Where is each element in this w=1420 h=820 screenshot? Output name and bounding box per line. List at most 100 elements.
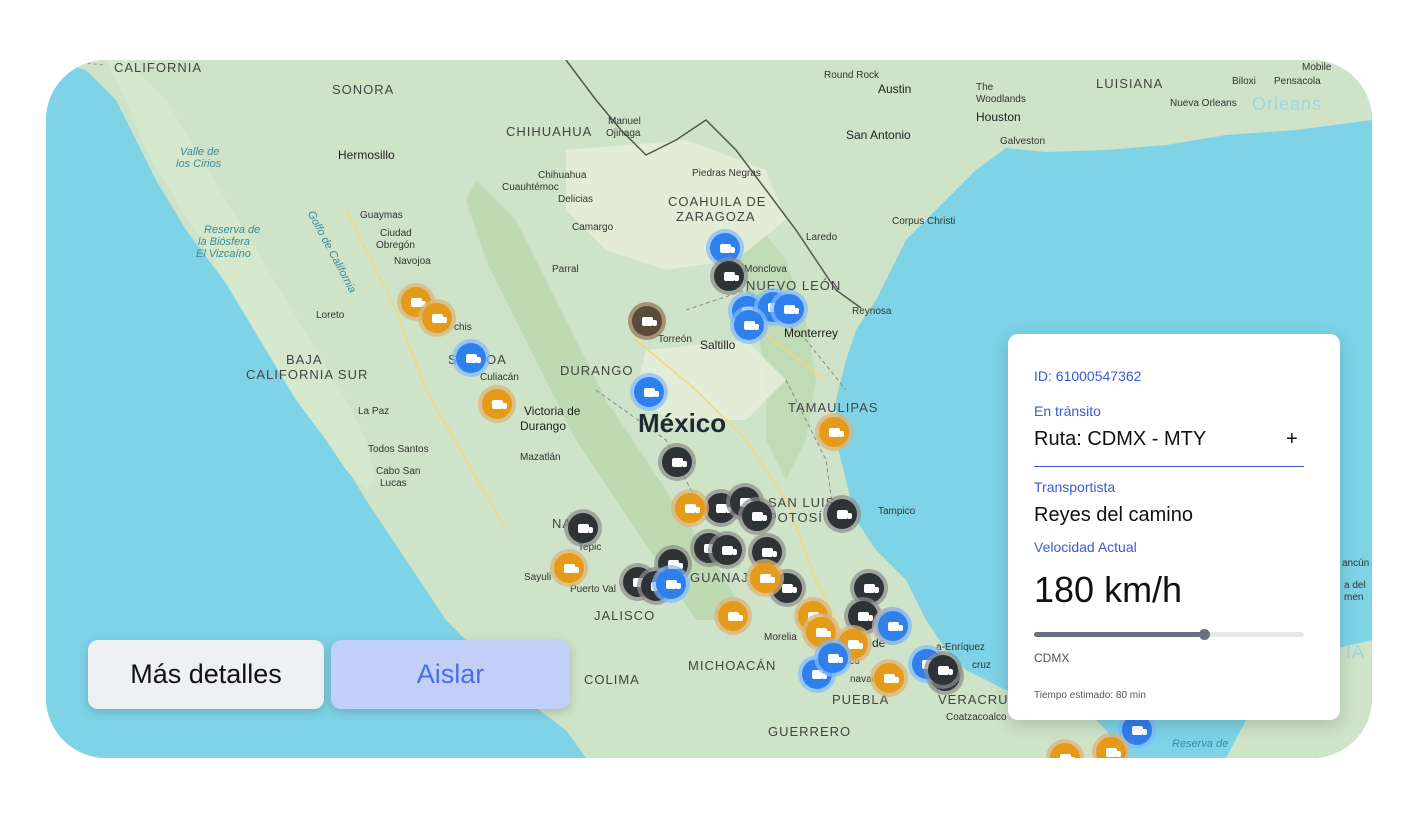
- truck-icon: [828, 427, 844, 437]
- truck-icon: [937, 665, 953, 675]
- truck-marker[interactable]: [878, 611, 908, 641]
- truck-marker[interactable]: [928, 655, 958, 685]
- label-austin: Austin: [878, 82, 912, 96]
- route-progress-fill: [1034, 632, 1205, 637]
- truck-icon: [751, 511, 767, 521]
- truck-icon: [883, 673, 899, 683]
- label-sinaloa-2: OA: [486, 352, 507, 367]
- label-nueva-orleans: Nueva Orleans: [1170, 98, 1237, 109]
- label-saltillo: Saltillo: [700, 338, 736, 352]
- label-cirios: los Cirios: [176, 158, 222, 170]
- label-mochis: chis: [454, 322, 472, 333]
- label-woodlands: Woodlands: [976, 94, 1026, 105]
- truck-icon: [857, 611, 873, 621]
- label-piedras: Piedras Negras: [692, 168, 761, 179]
- truck-marker[interactable]: [742, 501, 772, 531]
- label-cancun: ancún: [1342, 558, 1370, 569]
- label-obregon-2: Obregón: [376, 240, 415, 251]
- truck-marker[interactable]: [819, 417, 849, 447]
- truck-marker[interactable]: [710, 233, 740, 263]
- truck-marker[interactable]: [662, 447, 692, 477]
- truck-icon: [759, 573, 775, 583]
- truck-marker[interactable]: [827, 499, 857, 529]
- truck-marker[interactable]: [854, 573, 884, 603]
- label-mexico: México: [638, 408, 727, 438]
- label-vizcaino: El Vizcaíno: [196, 248, 251, 260]
- label-cruz: cruz: [972, 660, 991, 671]
- label-orleans: Orleans: [1252, 94, 1323, 114]
- truck-marker[interactable]: [634, 377, 664, 407]
- label-puerto-vallarta: Puerto Val: [570, 584, 616, 595]
- label-ia: IA: [1346, 642, 1366, 662]
- label-chihuahua-city: Chihuahua: [538, 170, 587, 181]
- label-pensacola: Pensacola: [1274, 76, 1321, 87]
- truck-icon: [667, 559, 683, 569]
- truck-marker[interactable]: [874, 663, 904, 693]
- isolate-button[interactable]: Aislar: [331, 640, 570, 709]
- eta-text: Tiempo estimado: 80 min: [1034, 690, 1146, 701]
- label-tepic: Tepic: [578, 542, 602, 553]
- truck-icon: [783, 304, 799, 314]
- label-mazatlan: Mazatlán: [520, 452, 561, 463]
- label-potosi: POTOSÍ: [768, 510, 823, 525]
- truck-icon: [1131, 725, 1147, 735]
- speed-value: 180 km/h: [1034, 569, 1183, 610]
- truck-marker[interactable]: [656, 569, 686, 599]
- divider: [1034, 466, 1304, 467]
- label-california: CALIFORNIA: [114, 60, 203, 75]
- origin-label: CDMX: [1034, 651, 1070, 665]
- vehicle-info-card: ID: 61000547362 En tránsito Ruta: CDMX -…: [1008, 334, 1340, 720]
- label-biloxi: Biloxi: [1232, 76, 1256, 87]
- vehicle-id: ID: 61000547362: [1034, 368, 1142, 384]
- truck-icon: [410, 297, 426, 307]
- truck-marker[interactable]: [848, 601, 878, 631]
- truck-marker[interactable]: [774, 294, 804, 324]
- truck-marker[interactable]: [554, 553, 584, 583]
- more-details-button[interactable]: Más detalles: [88, 640, 324, 709]
- truck-marker[interactable]: [422, 303, 452, 333]
- label-parral: Parral: [552, 264, 579, 275]
- truck-marker[interactable]: [482, 389, 512, 419]
- label-morelia: Morelia: [764, 632, 797, 643]
- truck-icon: [1105, 747, 1121, 757]
- truck-icon: [671, 457, 687, 467]
- truck-marker[interactable]: [712, 535, 742, 565]
- label-adel: a del: [1344, 580, 1366, 591]
- label-mobile: Mobile: [1302, 62, 1332, 73]
- label-tampico: Tampico: [878, 506, 916, 517]
- label-biosfera: la Biósfera: [198, 236, 250, 248]
- label-nuevo-leon: NUEVO LEÓN: [746, 278, 842, 293]
- label-sayulita: Sayuli: [524, 572, 552, 583]
- label-guanajuato: GUANAJ: [690, 570, 749, 585]
- truck-marker[interactable]: [818, 643, 848, 673]
- truck-marker[interactable]: [750, 563, 780, 593]
- truck-marker[interactable]: [714, 261, 744, 291]
- label-delicias: Delicias: [558, 194, 594, 205]
- truck-icon: [684, 503, 700, 513]
- truck-marker[interactable]: [675, 493, 705, 523]
- truck-icon: [643, 387, 659, 397]
- truck-marker[interactable]: [456, 343, 486, 373]
- truck-marker[interactable]: [632, 306, 662, 336]
- label-baja-sur: CALIFORNIA SUR: [246, 367, 369, 382]
- route-progress-bar: [1034, 629, 1304, 640]
- label-todos: Todos Santos: [368, 444, 429, 455]
- truck-icon: [465, 353, 481, 363]
- truck-icon: [815, 627, 831, 637]
- label-sonora: SONORA: [332, 82, 395, 97]
- expand-route-button[interactable]: +: [1286, 428, 1298, 451]
- truck-marker[interactable]: [568, 513, 598, 543]
- truck-icon: [641, 316, 657, 326]
- truck-marker[interactable]: [718, 601, 748, 631]
- truck-icon: [836, 509, 852, 519]
- speed-label: Velocidad Actual: [1034, 539, 1137, 555]
- label-coatzacoalcos: Coatzacoalco: [946, 712, 1007, 723]
- carrier-name: Reyes del camino: [1034, 504, 1193, 526]
- label-jalisco: JALISCO: [594, 608, 656, 623]
- label-the: The: [976, 82, 994, 93]
- truck-icon: [743, 320, 759, 330]
- route-text: Ruta: CDMX - MTY: [1034, 428, 1207, 450]
- truck-marker[interactable]: [734, 310, 764, 340]
- truck-icon: [665, 579, 681, 589]
- truck-icon: [491, 399, 507, 409]
